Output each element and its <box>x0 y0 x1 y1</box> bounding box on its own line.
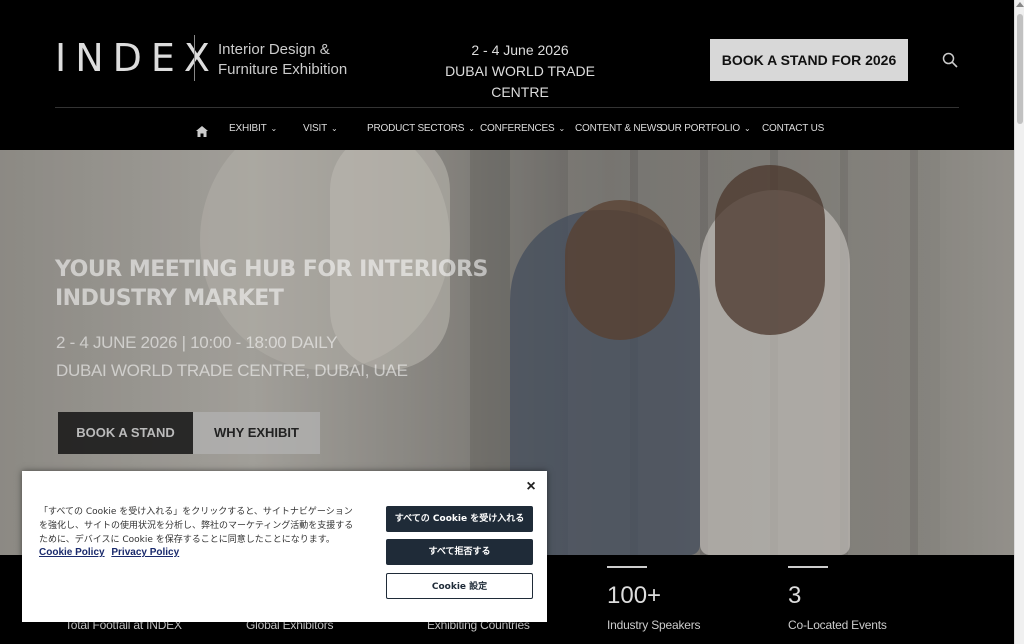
event-venue-text: DUBAI WORLD TRADE CENTRE <box>445 63 595 100</box>
nav-item-label: CONFERENCES <box>480 123 555 134</box>
cookie-message: 「すべての Cookie を受け入れる」をクリックすると、サイトナビゲーションを… <box>39 507 354 545</box>
nav-item-contact-us[interactable]: CONTACT US <box>762 123 824 134</box>
tagline: Interior Design & Furniture Exhibition <box>218 40 388 80</box>
hero-title-line-2: INDUSTRY MARKET <box>55 286 284 311</box>
chevron-down-icon: ⌄ <box>270 124 278 133</box>
reject-all-cookies-button[interactable]: すべて拒否する <box>386 539 533 565</box>
stat-bar <box>788 566 828 568</box>
nav-item-label: OUR PORTFOLIO <box>660 123 741 134</box>
cookie-consent-banner: × 「すべての Cookie を受け入れる」をクリックすると、サイトナビゲーショ… <box>22 471 547 622</box>
nav-item-label: CONTACT US <box>762 123 825 134</box>
hero-date: 2 - 4 JUNE 2026 | 10:00 - 18:00 DAILY <box>56 333 338 352</box>
nav-item-product-sectors[interactable]: PRODUCT SECTORS ⌄ <box>367 123 475 134</box>
stat-number: 3 <box>788 582 802 609</box>
nav-item-label: VISIT <box>303 123 328 134</box>
accept-all-cookies-button[interactable]: すべての Cookie を受け入れる <box>386 506 533 532</box>
nav-item-content-news[interactable]: CONTENT & NEWS <box>575 123 663 134</box>
vertical-scrollbar[interactable] <box>1014 0 1024 644</box>
nav-item-label: CONTENT & NEWS <box>575 123 663 134</box>
hero-why-exhibit-button[interactable]: WHY EXHIBIT <box>193 412 320 454</box>
main-nav: EXHIBIT ⌄ VISIT ⌄ PRODUCT SECTORS ⌄ CONFERE… <box>0 108 1014 150</box>
hero-venue: DUBAI WORLD TRADE CENTRE, DUBAI, UAE <box>56 361 408 380</box>
scrollbar-thumb[interactable] <box>1017 14 1023 124</box>
chevron-down-icon: ⌄ <box>331 124 338 133</box>
cookie-links: Cookie Policy Privacy Policy <box>39 547 183 558</box>
nav-item-label: PRODUCT SECTORS <box>367 123 465 134</box>
nav-item-label: EXHIBIT <box>229 123 267 134</box>
hero-title: YOUR MEETING HUB FOR INTERIORS INDUSTRY … <box>55 255 515 313</box>
close-icon[interactable]: × <box>524 479 538 495</box>
nav-item-our-portfolio[interactable]: OUR PORTFOLIO ⌄ <box>660 123 751 134</box>
hero-book-stand-button[interactable]: BOOK A STAND <box>58 412 193 454</box>
hero-title-line-1: YOUR MEETING HUB FOR INTERIORS <box>55 257 488 282</box>
stat-label: Co-Located Events <box>788 618 887 632</box>
chevron-down-icon: ⌄ <box>558 124 565 133</box>
search-icon[interactable] <box>942 52 958 68</box>
event-dates: 2 - 4 June 2026 DUBAI WORLD TRADE CENTRE <box>430 40 610 103</box>
chevron-down-icon: ⌄ <box>744 124 751 133</box>
stat-label: Industry Speakers <box>607 618 701 632</box>
chevron-down-icon: ⌄ <box>468 124 475 133</box>
cookie-policy-link[interactable]: Cookie Policy <box>39 547 105 558</box>
privacy-policy-link[interactable]: Privacy Policy <box>111 547 179 558</box>
nav-item-conferences[interactable]: CONFERENCES ⌄ <box>480 123 565 134</box>
nav-item-exhibit[interactable]: EXHIBIT ⌄ <box>229 123 277 134</box>
tagline-line-2: Furniture Exhibition <box>218 61 348 78</box>
scroll-up-arrow-icon[interactable] <box>1016 2 1024 7</box>
book-stand-button[interactable]: BOOK A STAND FOR 2026 <box>710 39 908 81</box>
page: INDEX Interior Design & Furniture Exhibi… <box>0 0 1014 644</box>
event-date-text: 2 - 4 June 2026 <box>471 42 569 58</box>
cookie-settings-button[interactable]: Cookie 設定 <box>386 573 533 599</box>
stat-bar <box>607 566 647 568</box>
site-header: INDEX Interior Design & Furniture Exhibi… <box>0 0 1014 150</box>
logo-divider <box>194 35 195 81</box>
tagline-line-1: Interior Design & <box>218 41 330 58</box>
stat-number: 100+ <box>607 582 662 609</box>
nav-item-visit[interactable]: VISIT ⌄ <box>303 123 338 134</box>
